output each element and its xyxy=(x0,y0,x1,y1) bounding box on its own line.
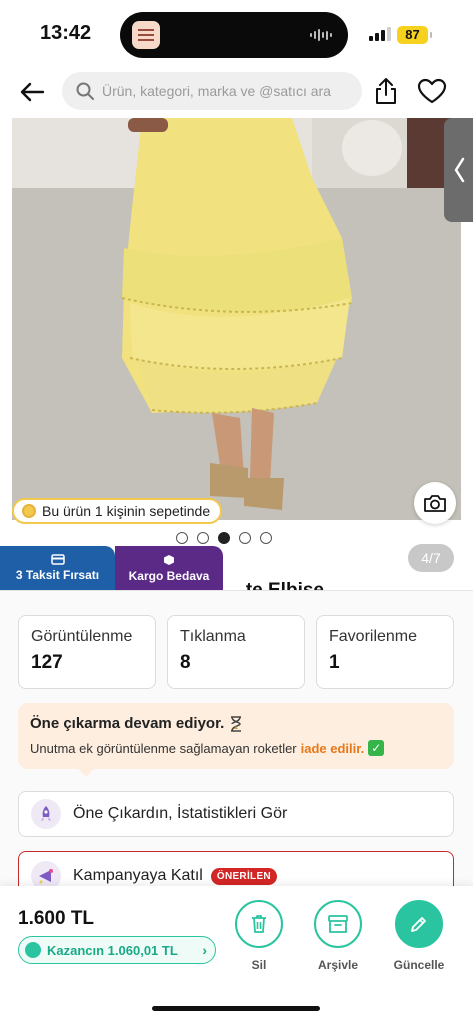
status-bar: 13:42 87 xyxy=(0,0,473,70)
join-campaign-label: Kampanyaya Katıl xyxy=(73,867,203,884)
chevron-left-icon xyxy=(454,157,464,183)
stat-card-favorites: Favorilenme 1 xyxy=(316,615,454,689)
audio-wave-icon xyxy=(310,29,332,41)
bottom-action-bar: 1.600 TL Kazancın 1.060,01 TL › Sil Arşi… xyxy=(0,886,473,1024)
search-bar[interactable] xyxy=(62,72,362,110)
camera-icon xyxy=(424,495,446,512)
stat-value: 127 xyxy=(31,652,63,673)
signal-icon xyxy=(369,27,391,41)
trash-icon xyxy=(252,915,266,933)
search-icon xyxy=(76,82,94,100)
stat-label: Favorilenme xyxy=(329,628,418,645)
installment-tab[interactable]: 3 Taksit Fırsatı xyxy=(0,546,115,590)
stat-label: Görüntülenme xyxy=(31,628,133,645)
refund-link[interactable]: iade edilir. xyxy=(301,741,365,756)
archive-icon xyxy=(328,915,348,933)
stat-value: 1 xyxy=(329,652,340,673)
basket-count-badge: Bu ürün 1 kişinin sepetinde xyxy=(12,498,223,524)
hourglass-icon xyxy=(231,715,242,732)
view-stats-button[interactable]: Öne Çıkardın, İstatistikleri Gör xyxy=(18,791,454,837)
clock: 13:42 xyxy=(40,22,92,44)
notes-app-icon xyxy=(132,21,160,49)
basket-badge-text: Bu ürün 1 kişinin sepetinde xyxy=(42,503,211,519)
image-side-handle[interactable] xyxy=(444,118,473,222)
gallery-dot[interactable] xyxy=(239,532,251,544)
arrow-left-icon xyxy=(20,82,45,102)
stat-value: 8 xyxy=(180,652,191,673)
chevron-right-icon: › xyxy=(202,942,207,958)
gallery-dot[interactable] xyxy=(197,532,209,544)
free-shipping-tab[interactable]: Kargo Bedava xyxy=(115,546,223,590)
boost-text: Unutma ek görüntülenme sağlamayan roketl… xyxy=(30,740,297,756)
gallery-dot[interactable] xyxy=(260,532,272,544)
dynamic-island xyxy=(120,12,348,58)
product-image[interactable] xyxy=(12,118,461,520)
battery-icon: 87 xyxy=(397,26,432,44)
installment-tab-label: 3 Taksit Fırsatı xyxy=(15,568,100,582)
free-shipping-tab-label: Kargo Bedava xyxy=(128,568,210,583)
seller-stats-sheet: Görüntülenme 127 Tıklanma 8 Favorilenme … xyxy=(0,590,473,901)
share-icon xyxy=(376,78,396,104)
boost-info-banner: Öne çıkarma devam ediyor. Unutma ek görü… xyxy=(18,703,454,777)
basket-icon xyxy=(22,504,36,518)
pencil-icon xyxy=(411,917,426,932)
view-stats-label: Öne Çıkardın, İstatistikleri Gör xyxy=(73,805,288,822)
earnings-icon xyxy=(25,942,41,958)
gallery-dot-active[interactable] xyxy=(218,532,230,544)
rocket-icon xyxy=(31,799,61,829)
gallery-dots xyxy=(176,532,272,544)
archive-label: Arşivle xyxy=(317,958,359,972)
card-icon xyxy=(50,554,65,565)
product-price: 1.600 TL xyxy=(18,908,95,929)
back-button[interactable] xyxy=(14,76,50,108)
favorite-button[interactable] xyxy=(414,74,450,108)
delete-button[interactable]: Sil xyxy=(229,900,289,972)
stat-card-clicks: Tıklanma 8 xyxy=(167,615,305,689)
stat-card-views: Görüntülenme 127 xyxy=(18,615,156,689)
search-input[interactable] xyxy=(102,83,352,99)
delete-label: Sil xyxy=(251,958,267,972)
image-counter: 4/7 xyxy=(408,544,454,572)
stat-label: Tıklanma xyxy=(180,628,246,645)
update-button[interactable]: Güncelle xyxy=(389,900,449,972)
update-label: Güncelle xyxy=(393,958,445,972)
gallery-dot[interactable] xyxy=(176,532,188,544)
share-button[interactable] xyxy=(370,74,402,108)
check-icon: ✓ xyxy=(368,740,385,756)
camera-search-button[interactable] xyxy=(414,482,456,524)
archive-button[interactable]: Arşivle xyxy=(308,900,368,972)
earnings-text: Kazancın 1.060,01 TL xyxy=(47,942,178,958)
heart-icon xyxy=(417,78,447,104)
boost-title: Öne çıkarma devam ediyor. xyxy=(30,715,225,732)
earnings-chip[interactable]: Kazancın 1.060,01 TL › xyxy=(18,936,216,964)
box-icon xyxy=(164,554,174,565)
recommended-badge: ÖNERİLEN xyxy=(210,867,277,885)
home-indicator xyxy=(152,1006,320,1011)
